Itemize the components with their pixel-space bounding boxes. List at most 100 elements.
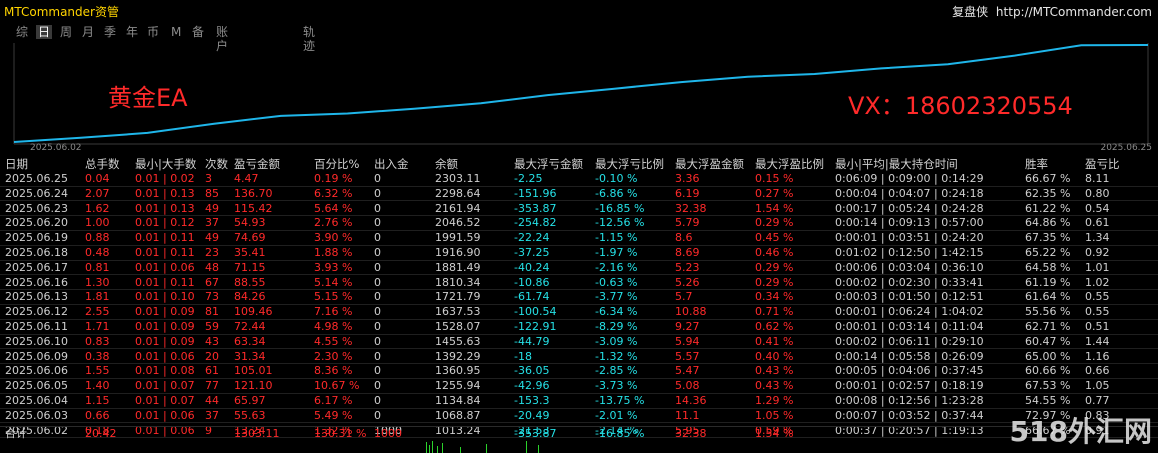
cell-max-float-profit: 5.57: [675, 349, 700, 363]
total-pnl: 1303.11: [234, 427, 280, 440]
cell-max-float-loss: -40.24: [514, 260, 550, 274]
cell-win-rate: 65.22 %: [1025, 246, 1071, 259]
cell-max-float-profit: 6.19: [675, 186, 700, 200]
table-row[interactable]: 2025.06.05 1.40 0.01 | 0.07 77 121.10 10.67 %…: [0, 379, 1158, 392]
cell-total-lots: 0.38: [85, 349, 110, 363]
cell-max-float-profit: 8.6: [675, 231, 693, 245]
cell-inout: 0: [374, 305, 381, 319]
cell-pl-ratio: 0.55: [1085, 290, 1110, 304]
cell-max-float-profit-pct: 0.29 %: [755, 260, 794, 274]
cell-inout: 0: [374, 216, 381, 230]
cell-max-float-loss-pct: -3.09 %: [595, 334, 638, 348]
cell-min-max-lots: 0.01 | 0.06: [135, 408, 195, 422]
cell-count: 48: [205, 260, 219, 274]
table-row[interactable]: 2025.06.10 0.83 0.01 | 0.09 43 63.34 4.55 % 0 1…: [0, 335, 1158, 348]
cell-pl-ratio: 0.92: [1085, 246, 1110, 259]
cell-win-rate: 60.47 %: [1025, 334, 1071, 348]
table-row[interactable]: 2025.06.09 0.38 0.01 | 0.06 20 31.34 2.30 % 0 1…: [0, 350, 1158, 363]
cell-count: 20: [205, 349, 219, 363]
cell-balance: 1991.59: [435, 231, 481, 245]
cell-date: 2025.06.06: [5, 364, 68, 378]
cell-max-float-profit: 11.1: [675, 408, 700, 422]
cell-percent: 2.30 %: [314, 349, 353, 363]
table-row[interactable]: 2025.06.20 1.00 0.01 | 0.12 37 54.93 2.76 % 0 2…: [0, 216, 1158, 229]
cell-pl-ratio: 8.11: [1085, 172, 1110, 185]
cell-count: 37: [205, 408, 219, 422]
cell-inout: 0: [374, 201, 381, 215]
cell-hold-time: 0:00:17 | 0:05:24 | 0:24:28: [835, 201, 984, 215]
cell-pnl: 35.41: [234, 246, 266, 259]
table-row[interactable]: 2025.06.24 2.07 0.01 | 0.13 85 136.70 6.32 % 0…: [0, 187, 1158, 200]
tab-week[interactable]: 周: [60, 25, 72, 39]
cell-max-float-loss: -61.74: [514, 290, 550, 304]
cell-min-max-lots: 0.01 | 0.07: [135, 394, 195, 407]
table-row[interactable]: 2025.06.11 1.71 0.01 | 0.09 59 72.44 4.98 % 0 1…: [0, 320, 1158, 333]
table-row[interactable]: 2025.06.04 1.15 0.01 | 0.07 44 65.97 6.17 % 0 1…: [0, 394, 1158, 407]
cell-date: 2025.06.04: [5, 394, 68, 407]
table-row[interactable]: 2025.06.03 0.66 0.01 | 0.06 37 55.63 5.49 % 0 1…: [0, 409, 1158, 422]
cell-max-float-profit: 10.88: [675, 305, 707, 319]
cell-hold-time: 0:00:04 | 0:04:07 | 0:24:18: [835, 186, 984, 200]
cell-max-float-profit-pct: 0.45 %: [755, 231, 794, 245]
cell-max-float-loss-pct: -2.01 %: [595, 408, 638, 422]
cell-max-float-loss-pct: -0.63 %: [595, 275, 638, 289]
cell-max-float-profit-pct: 0.34 %: [755, 290, 794, 304]
tab-day[interactable]: 日: [36, 25, 53, 39]
cell-win-rate: 67.35 %: [1025, 231, 1071, 245]
cell-balance: 1392.29: [435, 349, 481, 363]
cell-inout: 0: [374, 231, 381, 245]
table-row[interactable]: 2025.06.23 1.62 0.01 | 0.13 49 115.42 5.64 % 0…: [0, 202, 1158, 215]
tab-quarter[interactable]: 季: [104, 25, 116, 39]
tab-month[interactable]: 月: [82, 25, 94, 39]
cell-min-max-lots: 0.01 | 0.10: [135, 290, 195, 304]
total-max-float-profit: 32.38: [675, 427, 707, 440]
cell-pnl: 72.44: [234, 320, 266, 333]
cell-hold-time: 0:00:02 | 0:06:11 | 0:29:10: [835, 334, 984, 348]
table-row[interactable]: 2025.06.16 1.30 0.01 | 0.11 67 88.55 5.14 % 0 1…: [0, 276, 1158, 289]
cell-count: 77: [205, 379, 219, 393]
tab-currency[interactable]: 币: [147, 25, 159, 39]
tab-note[interactable]: 备: [192, 25, 204, 39]
cell-percent: 6.32 %: [314, 186, 353, 200]
table-row[interactable]: 2025.06.17 0.81 0.01 | 0.06 48 71.15 3.93 % 0 1…: [0, 261, 1158, 274]
cell-hold-time: 0:00:05 | 0:04:06 | 0:37:45: [835, 364, 984, 378]
cell-max-float-loss: -122.91: [514, 320, 557, 333]
cell-date: 2025.06.17: [5, 260, 68, 274]
cell-max-float-loss-pct: -1.32 %: [595, 349, 638, 363]
table-row[interactable]: 2025.06.19 0.88 0.01 | 0.11 49 74.69 3.90 % 0 1…: [0, 231, 1158, 244]
header-max-float-loss-pct: 最大浮亏比例: [595, 157, 664, 171]
cell-date: 2025.06.18: [5, 246, 68, 259]
cell-date: 2025.06.12: [5, 305, 68, 319]
brand-url[interactable]: http://MTCommander.com: [996, 5, 1152, 19]
cell-min-max-lots: 0.01 | 0.06: [135, 349, 195, 363]
cell-percent: 5.49 %: [314, 408, 353, 422]
cell-max-float-loss: -18: [514, 349, 532, 363]
cell-win-rate: 64.58 %: [1025, 260, 1071, 274]
cell-hold-time: 0:00:03 | 0:01:50 | 0:12:51: [835, 290, 984, 304]
cell-total-lots: 0.83: [85, 334, 110, 348]
cell-pnl: 84.26: [234, 290, 266, 304]
cell-max-float-profit-pct: 0.43 %: [755, 364, 794, 378]
cell-min-max-lots: 0.01 | 0.11: [135, 246, 195, 259]
cell-count: 43: [205, 334, 219, 348]
table-row[interactable]: 2025.06.13 1.81 0.01 | 0.10 73 84.26 5.15 % 0 1…: [0, 290, 1158, 303]
cell-date: 2025.06.20: [5, 216, 68, 230]
cell-balance: 2046.52: [435, 216, 481, 230]
table-row[interactable]: 2025.06.18 0.48 0.01 | 0.11 23 35.41 1.88 % 0 1…: [0, 246, 1158, 259]
cell-date: 2025.06.10: [5, 334, 68, 348]
table-row[interactable]: 2025.06.25 0.04 0.01 | 0.02 3 4.47 0.19 % 0 230…: [0, 172, 1158, 185]
cell-date: 2025.06.23: [5, 201, 68, 215]
cell-count: 73: [205, 290, 219, 304]
cell-count: 67: [205, 275, 219, 289]
tab-overview[interactable]: 综: [16, 25, 28, 39]
tab-magic[interactable]: M: [171, 25, 181, 39]
header-total-lots: 总手数: [85, 157, 120, 171]
cell-min-max-lots: 0.01 | 0.13: [135, 186, 195, 200]
cell-total-lots: 1.15: [85, 394, 110, 407]
table-row[interactable]: 2025.06.12 2.55 0.01 | 0.09 81 109.46 7.16 % 0…: [0, 305, 1158, 318]
cell-total-lots: 0.48: [85, 246, 110, 259]
table-row[interactable]: 2025.06.06 1.55 0.01 | 0.08 61 105.01 8.36 % 0…: [0, 364, 1158, 377]
cell-max-float-loss-pct: -12.56 %: [595, 216, 645, 230]
tab-year[interactable]: 年: [126, 25, 138, 39]
cell-pnl: 4.47: [234, 172, 259, 185]
